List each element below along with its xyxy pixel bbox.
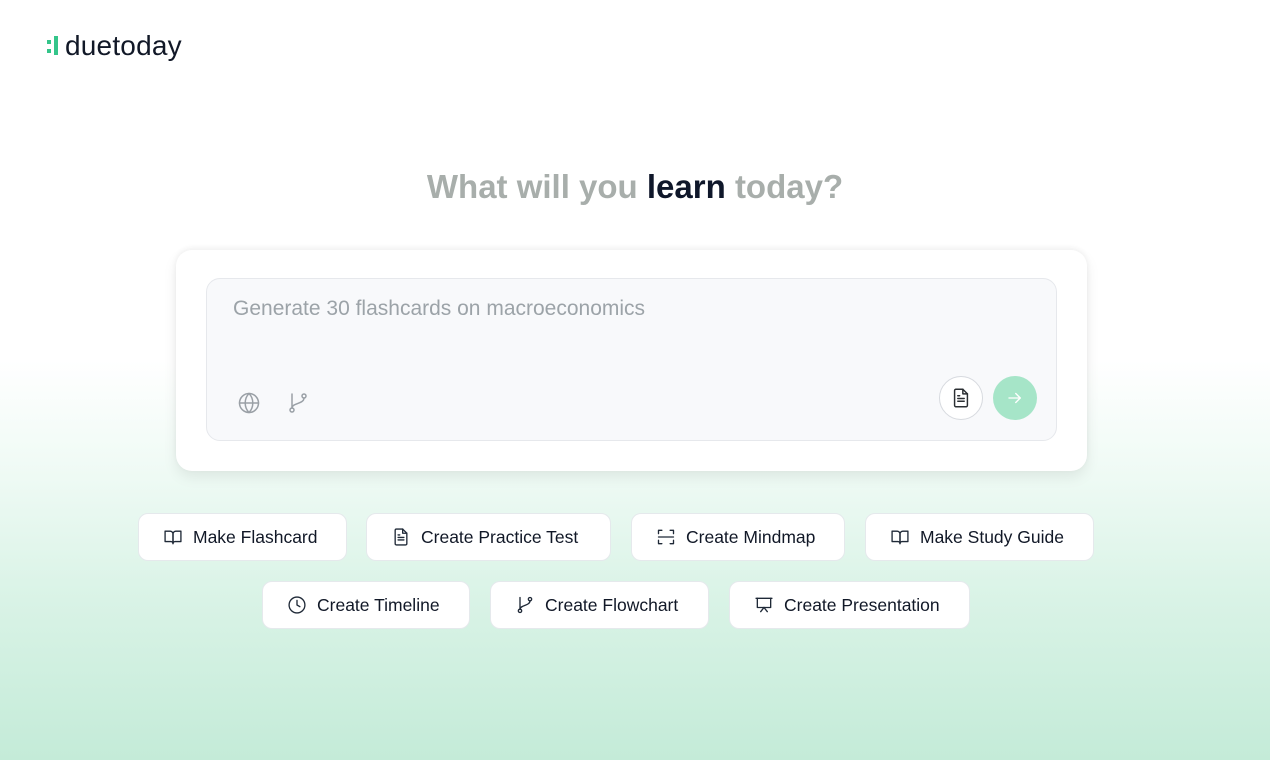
chip-label: Create Timeline xyxy=(317,594,440,615)
make-flashcard-button[interactable]: Make Flashcard xyxy=(138,513,347,561)
chip-label: Create Practice Test xyxy=(421,526,579,547)
prompt-box xyxy=(206,278,1057,441)
chip-label: Create Mindmap xyxy=(686,526,816,547)
book-open-icon xyxy=(164,530,182,545)
chip-label: Create Flowchart xyxy=(545,594,679,615)
chip-label: Make Study Guide xyxy=(920,526,1064,547)
page-headline: What will you learn today? xyxy=(0,168,1270,206)
scan-icon xyxy=(657,529,675,545)
book-open-icon xyxy=(891,530,909,545)
headline-emphasis: learn xyxy=(646,168,726,205)
prompt-card xyxy=(176,250,1087,471)
attach-document-button[interactable] xyxy=(939,376,983,420)
brand-logo[interactable]: duetoday xyxy=(46,30,182,62)
create-flowchart-button[interactable]: Create Flowchart xyxy=(490,581,709,629)
send-button[interactable] xyxy=(993,376,1037,420)
git-branch-icon xyxy=(517,596,533,614)
document-icon xyxy=(950,387,972,409)
headline-part1: What will you xyxy=(426,168,638,205)
create-practice-test-button[interactable]: Create Practice Test xyxy=(366,513,611,561)
prompt-input[interactable] xyxy=(233,297,913,321)
document-icon xyxy=(394,528,408,546)
create-presentation-button[interactable]: Create Presentation xyxy=(729,581,970,629)
logo-mark-icon xyxy=(46,36,60,56)
create-mindmap-button[interactable]: Create Mindmap xyxy=(631,513,845,561)
make-study-guide-button[interactable]: Make Study Guide xyxy=(865,513,1094,561)
headline-part2: today? xyxy=(734,168,844,205)
presentation-icon xyxy=(755,597,773,613)
chip-label: Make Flashcard xyxy=(193,526,318,547)
chip-label: Create Presentation xyxy=(784,594,940,615)
git-branch-icon[interactable] xyxy=(286,391,310,415)
clock-icon xyxy=(288,596,306,614)
globe-icon[interactable] xyxy=(237,391,261,415)
brand-name: duetoday xyxy=(65,30,182,61)
create-timeline-button[interactable]: Create Timeline xyxy=(262,581,470,629)
arrow-right-icon xyxy=(1006,389,1024,407)
